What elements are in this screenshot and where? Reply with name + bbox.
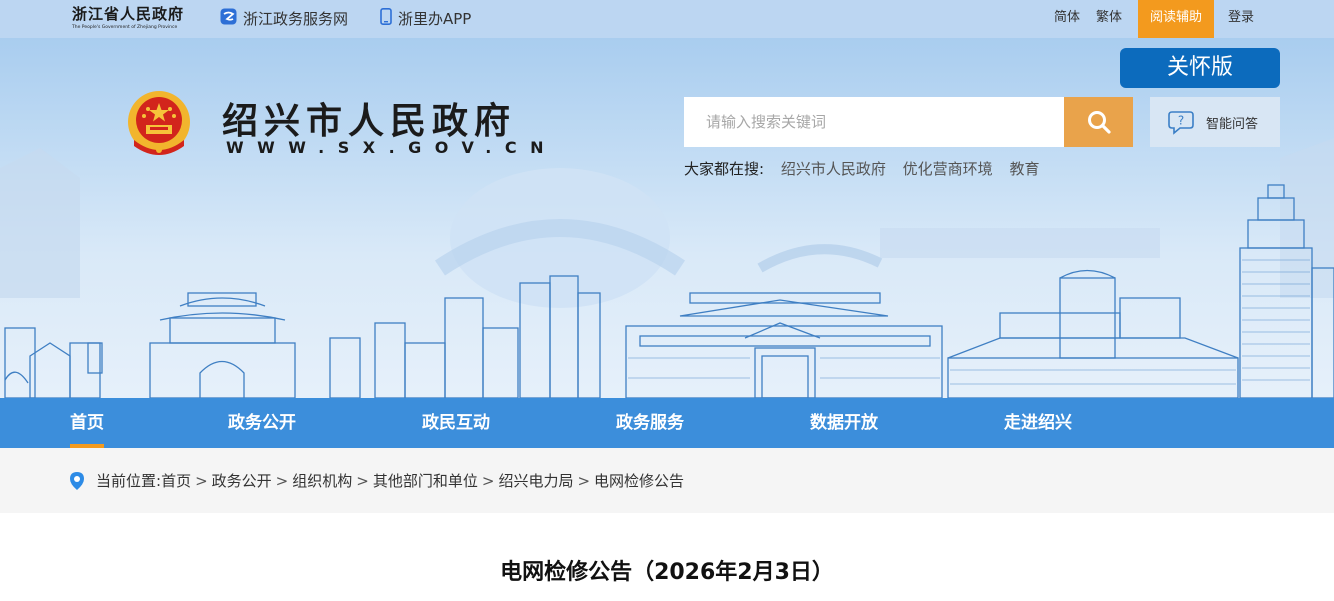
svg-text:?: ? [1178, 114, 1184, 128]
site-name[interactable]: 绍兴市人民政府 [222, 92, 516, 144]
zhejiang-logo-text: 浙江省人民政府 [72, 5, 185, 23]
smart-qa-label: 智能问答 [1206, 116, 1259, 132]
main-nav: 首页 政务公开 政民互动 政务服务 数据开放 走进绍兴 [0, 398, 1334, 448]
breadcrumb-separator: > [481, 472, 495, 490]
search-button[interactable] [1064, 97, 1133, 147]
breadcrumb-separator: > [275, 472, 289, 490]
simplified-chinese-link[interactable]: 简体 [1054, 0, 1080, 38]
nav-open-data[interactable]: 数据开放 [810, 398, 878, 448]
zjzw-link-label: 浙江政务服务网 [243, 10, 349, 28]
breadcrumb-item[interactable]: 组织机构 [292, 469, 352, 493]
traditional-chinese-link[interactable]: 繁体 [1096, 0, 1122, 38]
breadcrumb-item[interactable]: 绍兴电力局 [498, 469, 573, 493]
zlb-app-link[interactable]: 浙里办APP [380, 0, 471, 38]
nav-government-affairs[interactable]: 政务公开 [228, 398, 296, 448]
zjzw-icon [220, 1, 237, 39]
page-title: 电网检修公告（2026年2月3日） [500, 560, 834, 585]
breadcrumb-separator: > [195, 472, 208, 490]
city-skyline-illustration [0, 138, 1334, 398]
breadcrumb-item[interactable]: 政务公开 [212, 469, 272, 493]
hot-keyword-1[interactable]: 绍兴市人民政府 [781, 160, 886, 178]
breadcrumb: 当前位置: 首页 > 政务公开 > 组织机构 > 其他部门和单位 > 绍兴电力局… [68, 469, 684, 493]
hot-keyword-3[interactable]: 教育 [1009, 160, 1039, 178]
top-bar: 浙江省人民政府 The People's Government of Zheji… [0, 0, 1334, 38]
nav-government-services[interactable]: 政务服务 [616, 398, 684, 448]
search-input[interactable] [684, 97, 1064, 147]
site-url: WWW.SX.GOV.CN [226, 138, 557, 157]
nav-home[interactable]: 首页 [70, 398, 104, 448]
location-pin-icon [70, 472, 84, 490]
breadcrumb-item-current[interactable]: 电网检修公告 [594, 469, 684, 493]
breadcrumb-bar: 当前位置: 首页 > 政务公开 > 组织机构 > 其他部门和单位 > 绍兴电力局… [0, 448, 1334, 513]
login-link[interactable]: 登录 [1228, 0, 1254, 38]
zhejiang-government-logo[interactable]: 浙江省人民政府 The People's Government of Zheji… [72, 3, 192, 35]
care-version-button[interactable]: 关怀版 [1120, 48, 1280, 88]
breadcrumb-label: 当前位置: [96, 472, 162, 490]
hot-search: 大家都在搜: 绍兴市人民政府 优化营商环境 教育 [684, 158, 1039, 180]
smart-qa-button[interactable]: ? 智能问答 [1150, 97, 1280, 147]
zjzw-link[interactable]: 浙江政务服务网 [220, 0, 348, 38]
phone-icon [380, 1, 392, 39]
breadcrumb-separator: > [577, 472, 591, 490]
chat-question-icon: ? [1168, 111, 1194, 135]
zhejiang-logo-subtext: The People's Government of Zhejiang Prov… [72, 25, 178, 30]
breadcrumb-separator: > [356, 472, 369, 490]
nav-about-shaoxing[interactable]: 走进绍兴 [1004, 398, 1072, 448]
header-banner: 绍兴市人民政府 WWW.SX.GOV.CN 关怀版 ? 智能问答 大家都在搜: … [0, 38, 1334, 398]
nav-public-interaction[interactable]: 政民互动 [422, 398, 490, 448]
breadcrumb-item[interactable]: 首页 [161, 469, 191, 493]
hot-search-label: 大家都在搜: [684, 160, 765, 178]
national-emblem-logo [124, 88, 194, 160]
search-icon [1087, 111, 1111, 134]
breadcrumb-item[interactable]: 其他部门和单位 [373, 469, 478, 493]
hot-keyword-2[interactable]: 优化营商环境 [903, 160, 993, 178]
reading-aid-button[interactable]: 阅读辅助 [1138, 0, 1214, 38]
zlb-app-link-label: 浙里办APP [398, 10, 472, 28]
